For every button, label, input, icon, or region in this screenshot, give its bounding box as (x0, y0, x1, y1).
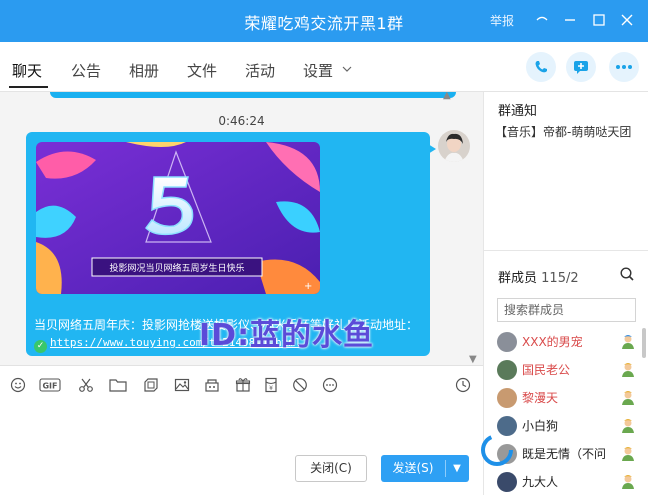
svg-text:+: + (304, 281, 312, 292)
tab-announcement[interactable]: 公告 (71, 60, 101, 81)
member-name: XXX的男宠 (522, 335, 583, 349)
member-item[interactable]: 黎漫天 (497, 386, 642, 410)
folder-icon[interactable] (109, 376, 127, 394)
previous-message-bubble (50, 92, 456, 98)
svg-text:¥: ¥ (269, 385, 273, 392)
event-banner-image[interactable]: 投影网况当贝网络五周岁生日快乐 + (36, 142, 320, 294)
member-item[interactable]: 九大人 (497, 470, 642, 494)
maximize-icon[interactable] (589, 10, 609, 30)
red-packet-icon[interactable]: ¥ (262, 376, 280, 394)
clock-icon[interactable] (454, 376, 472, 394)
notice-title: 群通知 (498, 104, 538, 119)
tab-settings[interactable]: 设置 (303, 60, 333, 81)
chevron-down-icon[interactable] (342, 65, 352, 73)
member-avatar[interactable] (497, 360, 517, 380)
gif-icon[interactable]: GIF (38, 376, 62, 394)
gift-icon[interactable] (234, 376, 252, 394)
screenshot-icon[interactable] (142, 376, 160, 394)
banner-caption: 投影网况当贝网络五周岁生日快乐 (109, 262, 244, 274)
member-name: 既是无情（不问 (522, 447, 607, 461)
divider (484, 250, 648, 251)
member-item[interactable]: 小白狗 (497, 414, 642, 438)
send-label: 发送(S) (392, 461, 434, 475)
compose-toolbar: GIF ¥ (0, 365, 483, 405)
member-level-icon (619, 445, 637, 463)
title-bar: 荣耀吃鸡交流开黑1群 举报 (0, 0, 648, 42)
bubble-tail (428, 144, 436, 154)
tab-album[interactable]: 相册 (129, 60, 159, 81)
search-icon[interactable] (619, 266, 635, 282)
scissors-icon[interactable] (77, 376, 95, 394)
chevron-down-icon[interactable]: ▼ (445, 455, 469, 482)
member-level-icon (619, 361, 637, 379)
scrollbar[interactable] (642, 328, 646, 358)
members-count: 115/2 (541, 271, 579, 286)
gift-box-icon[interactable] (203, 376, 221, 394)
send-button[interactable]: 发送(S) ▼ (381, 455, 469, 482)
more-icon[interactable] (609, 52, 639, 82)
chat-area[interactable]: ▲ 0:46:24 投影网况当贝网络五周岁生日快乐 + 当贝网络五周年庆：投影网… (0, 92, 483, 365)
notice-text[interactable]: 【音乐】帝都-萌萌哒天团 (495, 123, 631, 140)
restore-icon[interactable] (560, 10, 580, 30)
svg-text:GIF: GIF (42, 382, 57, 391)
member-item[interactable]: XXX的男宠 (497, 330, 642, 354)
member-level-icon (619, 389, 637, 407)
member-level-icon (619, 473, 637, 491)
minimize-icon[interactable] (532, 10, 552, 30)
member-level-icon (619, 417, 637, 435)
member-name: 小白狗 (522, 419, 559, 433)
admin-icon (619, 333, 637, 351)
phone-icon[interactable] (526, 52, 556, 82)
scroll-up-icon[interactable]: ▲ (443, 92, 451, 101)
member-name: 国民老公 (522, 363, 571, 377)
member-avatar[interactable] (497, 332, 517, 352)
member-name: 九大人 (522, 475, 559, 489)
emoji-icon[interactable] (9, 376, 27, 394)
members-title: 群成员 115/2 (498, 267, 579, 286)
tab-activity[interactable]: 活动 (245, 60, 275, 81)
member-item[interactable]: 国民老公 (497, 358, 642, 382)
watermark-text: ID:蓝的水鱼 (199, 318, 375, 353)
avatar[interactable] (438, 130, 470, 162)
message-add-icon[interactable] (566, 52, 596, 82)
report-link[interactable]: 举报 (490, 12, 514, 29)
member-item[interactable]: 既是无情（不问 (497, 442, 642, 466)
members-label: 群成员 (498, 271, 538, 286)
member-avatar[interactable] (497, 472, 517, 492)
member-name: 黎漫天 (522, 391, 559, 405)
close-button[interactable]: 关闭(C) (295, 455, 367, 482)
verified-icon: ✓ (34, 340, 47, 353)
more-options-icon[interactable] (321, 376, 339, 394)
loading-spinner-icon (478, 431, 516, 469)
close-icon[interactable] (617, 10, 637, 30)
member-search-input[interactable]: 搜索群成员 (497, 298, 636, 322)
forbid-icon[interactable] (291, 376, 309, 394)
image-icon[interactable] (173, 376, 191, 394)
message-timestamp: 0:46:24 (218, 114, 265, 128)
tab-chat[interactable]: 聊天 (12, 60, 42, 81)
tab-files[interactable]: 文件 (187, 60, 217, 81)
scroll-down-icon[interactable]: ▼ (469, 354, 477, 365)
active-tab-indicator (9, 86, 48, 88)
member-avatar[interactable] (497, 388, 517, 408)
